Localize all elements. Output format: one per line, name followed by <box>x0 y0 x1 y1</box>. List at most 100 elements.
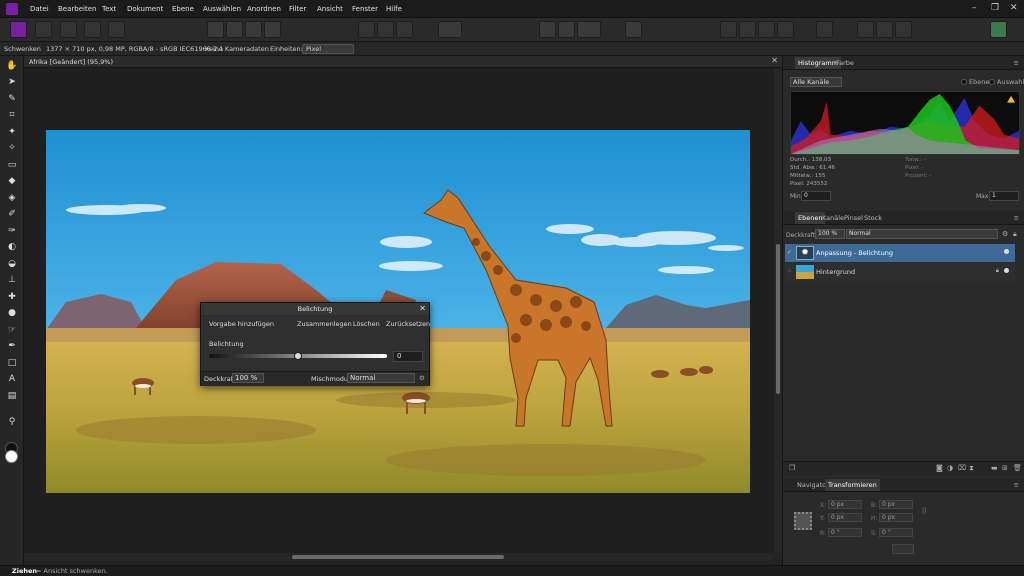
dodge-tool-icon[interactable]: ◒ <box>5 258 19 271</box>
layers-blend-select[interactable]: Normal <box>846 229 998 239</box>
photo-persona-icon[interactable] <box>10 21 27 38</box>
tone-mapping-persona-icon[interactable] <box>84 21 101 38</box>
text-tool-icon[interactable]: A <box>5 373 19 386</box>
lock-icon[interactable]: 🔒︎ <box>1013 230 1017 239</box>
horizontal-scroll-thumb[interactable] <box>292 555 504 559</box>
crop-tool-icon[interactable]: ⌗ <box>5 109 19 122</box>
dialog-blend-select[interactable]: Normal <box>347 373 415 383</box>
tab-stock[interactable]: Stock <box>862 214 884 222</box>
menu-ansicht[interactable]: Ansicht <box>317 5 343 13</box>
max-field[interactable]: 1 <box>989 191 1019 201</box>
assistant-icon[interactable] <box>577 21 601 38</box>
account-icon[interactable] <box>990 21 1007 38</box>
blur-tool-icon[interactable]: ● <box>5 307 19 320</box>
menu-ebene[interactable]: Ebene <box>172 5 194 13</box>
link-icon[interactable]: ⌷ <box>922 506 927 516</box>
add-preset-button[interactable]: Vorgabe hinzufügen <box>209 320 274 328</box>
units-select[interactable]: Pixel <box>302 44 354 54</box>
foreground-color-swatch[interactable] <box>5 450 18 463</box>
paint-mixer-icon[interactable]: ✑ <box>5 225 19 238</box>
marquee-tool-icon[interactable]: ▭ <box>5 159 19 172</box>
menu-datei[interactable]: Datei <box>30 5 49 13</box>
add-layer-icon[interactable]: ⊞ <box>1002 464 1008 472</box>
min-field[interactable]: 0 <box>801 191 831 201</box>
layer-row-adjustment[interactable]: ✓ ✹ Anpassung - Belichtung <box>785 244 1015 262</box>
vertical-scroll-thumb[interactable] <box>776 244 780 394</box>
w-field[interactable]: 0 px <box>879 500 913 509</box>
move-tool-icon[interactable]: ➤ <box>5 76 19 89</box>
boolean-intersect-icon[interactable] <box>895 21 912 38</box>
menu-hilfe[interactable]: Hilfe <box>386 5 402 13</box>
quick-mask-icon[interactable] <box>438 21 462 38</box>
layer-settings-icon[interactable]: ⚙ <box>1002 230 1008 238</box>
anchor-point-icon[interactable] <box>794 512 812 530</box>
layer-lock-icon[interactable]: 🔒︎ <box>996 267 999 275</box>
white-balance-icon[interactable] <box>264 21 281 38</box>
vertical-scrollbar[interactable] <box>774 68 782 553</box>
liquify-persona-icon[interactable] <box>35 21 52 38</box>
arrange-top-icon[interactable] <box>777 21 794 38</box>
export-persona-icon[interactable] <box>108 21 125 38</box>
merge-button[interactable]: Zusammenlegen <box>297 320 352 328</box>
dialog-close-icon[interactable]: ✕ <box>419 303 426 315</box>
panel-menu-icon[interactable]: ≡ <box>1012 59 1021 67</box>
boolean-add-icon[interactable] <box>857 21 874 38</box>
transform-options-button[interactable] <box>892 544 914 554</box>
layer-options-icon[interactable]: ❐ <box>789 464 795 472</box>
folder-icon[interactable]: ▬ <box>991 464 998 472</box>
y-field[interactable]: 0 px <box>828 513 862 522</box>
layers-menu-icon[interactable]: ≡ <box>1012 214 1021 222</box>
color-picker-icon[interactable]: ✎ <box>5 93 19 106</box>
horizontal-scrollbar[interactable] <box>24 553 774 561</box>
minimize-icon[interactable]: – <box>972 3 977 13</box>
boolean-subtract-icon[interactable] <box>876 21 893 38</box>
menu-bearbeiten[interactable]: Bearbeiten <box>58 5 96 13</box>
fx-icon[interactable]: ⧗ <box>969 464 974 473</box>
reset-button[interactable]: Zurücksetzen <box>386 320 430 328</box>
snapping-icon[interactable] <box>539 21 556 38</box>
zoom-tool-icon[interactable]: ⚲ <box>5 416 19 429</box>
transform-menu-icon[interactable]: ≡ <box>1012 481 1021 489</box>
layer-visible-dot[interactable] <box>1004 268 1009 273</box>
rotation-field[interactable]: 0 ° <box>828 528 862 537</box>
shape-tool-icon[interactable]: □ <box>5 357 19 370</box>
tab-transform[interactable]: Transformieren <box>825 479 880 491</box>
x-field[interactable]: 0 px <box>828 500 862 509</box>
layers-opacity-field[interactable]: 100 % <box>815 229 845 239</box>
close-icon[interactable]: ✕ <box>1010 3 1018 13</box>
menu-text[interactable]: Text <box>102 5 116 13</box>
deselect-icon[interactable] <box>377 21 394 38</box>
mask-icon[interactable]: ◙ <box>936 464 943 472</box>
h-field[interactable]: 0 px <box>879 513 913 522</box>
exposure-slider-handle[interactable] <box>294 352 302 360</box>
layer-radio[interactable] <box>961 79 967 85</box>
paint-brush-icon[interactable]: ✐ <box>5 208 19 221</box>
adjustment-icon[interactable]: ◑ <box>947 464 953 472</box>
visibility-icon[interactable]: ⁙ <box>787 268 792 275</box>
menu-dokument[interactable]: Dokument <box>127 5 163 13</box>
document-tab[interactable]: Afrika [Geändert] (95,9%) <box>29 58 113 66</box>
live-filter-icon[interactable]: ⌧ <box>958 464 966 472</box>
hand-tool-icon[interactable]: ✋ <box>5 60 19 73</box>
arrange-front-icon[interactable] <box>758 21 775 38</box>
layer-row-background[interactable]: ⁙ Hintergrund 🔒︎ <box>785 263 1015 281</box>
shear-field[interactable]: 0 ° <box>879 528 913 537</box>
gear-icon[interactable]: ⚙ <box>419 374 425 382</box>
clone-tool-icon[interactable]: ⊥ <box>5 274 19 287</box>
erase-tool-icon[interactable]: ◐ <box>5 241 19 254</box>
flood-select-icon[interactable]: ✧ <box>5 142 19 155</box>
invert-selection-icon[interactable] <box>396 21 413 38</box>
selection-mode-icon[interactable] <box>358 21 375 38</box>
smudge-tool-icon[interactable]: ☞ <box>5 324 19 337</box>
auto-contrast-icon[interactable] <box>226 21 243 38</box>
dialog-opacity-field[interactable]: 100 % <box>232 373 264 383</box>
menu-auswaehlen[interactable]: Auswählen <box>203 5 241 13</box>
pen-tool-icon[interactable]: ✒ <box>5 340 19 353</box>
maximize-icon[interactable]: ❐ <box>991 3 999 13</box>
fill-tool-icon[interactable]: ◆ <box>5 175 19 188</box>
menu-fenster[interactable]: Fenster <box>352 5 378 13</box>
tab-color[interactable]: Farbe <box>834 59 856 67</box>
develop-persona-icon[interactable] <box>60 21 77 38</box>
visibility-icon[interactable]: ✓ <box>787 249 792 256</box>
exposure-value-field[interactable]: 0 <box>393 351 423 362</box>
